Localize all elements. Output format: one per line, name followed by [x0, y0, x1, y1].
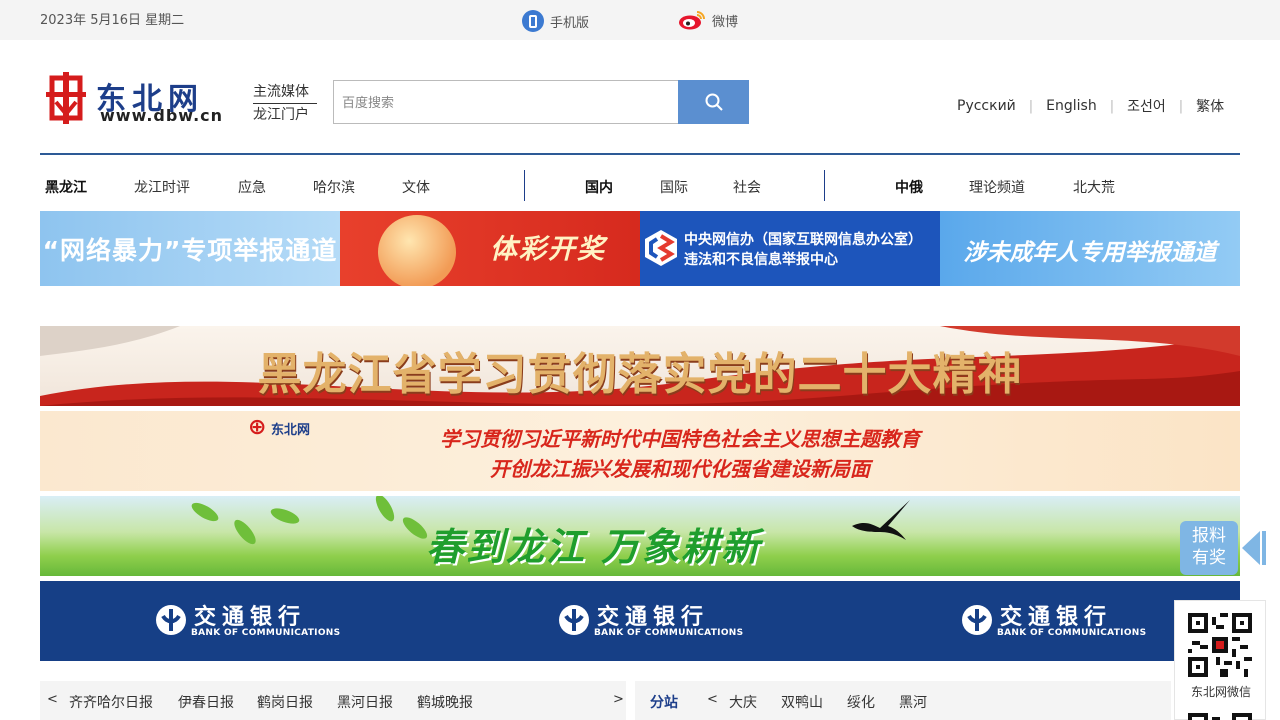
banner-twentieth-congress[interactable]: 黑龙江省学习贯彻落实党的二十大精神	[40, 326, 1240, 406]
nav-separator	[824, 170, 825, 201]
lang-korean[interactable]: 조선어	[1127, 96, 1166, 116]
weibo-link[interactable]: 微博	[678, 10, 738, 30]
sub-stations-prev-button[interactable]: <	[707, 692, 718, 707]
search-input[interactable]	[333, 80, 679, 124]
newspaper-link[interactable]: 伊春日报	[178, 692, 234, 712]
banner-minors-text: 涉未成年人专用举报通道	[963, 240, 1217, 266]
bocom-logo-icon	[156, 605, 186, 635]
willow-leaf	[268, 505, 302, 527]
banner-spring-text: 春到龙江 万象耕新	[426, 525, 762, 569]
dbw-logo-mark	[46, 72, 86, 124]
search-icon	[705, 93, 723, 111]
news-tip-label: 报料 有奖	[1180, 521, 1238, 575]
newspaper-link[interactable]: 鹤城晚报	[417, 692, 473, 712]
wechat-qr-panel: 东北网微信	[1174, 600, 1266, 720]
banner-theme-education[interactable]: ⊕ 东北网 学习贯彻习近平新时代中国特色社会主义思想主题教育 开创龙江振兴发展和…	[40, 411, 1240, 491]
newspaper-link[interactable]: 齐齐哈尔日报	[69, 692, 153, 712]
bocom-logo: 交通银行 BANK OF COMMUNICATIONS	[557, 599, 757, 643]
site-logo[interactable]: 东北网 www.dbw.cn	[46, 72, 246, 126]
weibo-qr-code	[1188, 713, 1252, 720]
lang-separator: |	[1109, 98, 1115, 114]
banner-illegal-info-report[interactable]: 中央网信办（国家互联网信息办公室） 违法和不良信息举报中心	[640, 211, 940, 286]
nav-heilongjiang[interactable]: 黑龙江	[45, 177, 87, 197]
mobile-phone-icon	[522, 10, 544, 32]
lang-separator: |	[1028, 98, 1034, 114]
header-divider	[40, 153, 1240, 155]
bocom-logo-icon	[559, 605, 589, 635]
swallow-icon	[852, 500, 910, 540]
lang-separator: |	[1178, 98, 1184, 114]
wechat-qr-caption: 东北网微信	[1190, 685, 1251, 699]
sub-station-link[interactable]: 大庆	[729, 692, 757, 712]
willow-leaf	[189, 499, 221, 525]
banner-theme-line-2: 开创龙江振兴发展和现代化强省建设新局面	[490, 457, 870, 481]
bocom-logo: 交通银行 BANK OF COMMUNICATIONS	[960, 599, 1160, 643]
current-date: 2023年 5月16日 星期二	[40, 13, 185, 28]
lang-english[interactable]: English	[1046, 98, 1097, 114]
banner-bank-of-communications[interactable]: 交通银行 BANK OF COMMUNICATIONS 交通银行 BANK OF…	[40, 581, 1240, 661]
willow-leaf	[230, 516, 260, 548]
banner-twentieth-congress-text: 黑龙江省学习贯彻落实党的二十大精神	[257, 349, 1023, 400]
chevron-right-icon	[1242, 531, 1266, 565]
nav-domestic[interactable]: 国内	[585, 177, 613, 197]
nav-beidahuang[interactable]: 北大荒	[1073, 177, 1115, 197]
banner-cyber-violence-report[interactable]: “网络暴力”专项举报通道	[40, 211, 340, 286]
nav-society[interactable]: 社会	[733, 177, 761, 197]
lang-russian[interactable]: Русский	[957, 98, 1016, 114]
banner-cac-line-2: 违法和不良信息举报中心	[684, 252, 838, 268]
news-tip-reward-button[interactable]: 报料 有奖	[1180, 521, 1266, 575]
language-links: Русский | English | 조선어 | 繁体	[957, 96, 1224, 116]
sub-station-link[interactable]: 绥化	[847, 692, 875, 712]
logo-url: www.dbw.cn	[100, 106, 224, 125]
nav-culture-sports[interactable]: 文体	[402, 177, 430, 197]
weibo-icon	[679, 11, 705, 30]
nav-harbin[interactable]: 哈尔滨	[313, 177, 355, 197]
nav-china-russia[interactable]: 中俄	[895, 177, 923, 197]
nav-emergency[interactable]: 应急	[238, 177, 266, 197]
newspaper-link[interactable]: 黑河日报	[337, 692, 393, 712]
nav-international[interactable]: 国际	[660, 177, 688, 197]
banner-spring-farming[interactable]: 春到龙江 万象耕新	[40, 496, 1240, 576]
main-nav: 黑龙江 龙江时评 应急 哈尔滨 文体 国内 国际 社会 中俄 理论频道 北大荒	[40, 170, 1240, 202]
banner-cyber-violence-text: “网络暴力”专项举报通道	[42, 236, 338, 265]
bocom-logo-icon	[962, 605, 992, 635]
sub-stations-title: 分站	[650, 695, 678, 711]
newspaper-link[interactable]: 鹤岗日报	[257, 692, 313, 712]
willow-leaf	[372, 496, 398, 524]
banner-cac-line-1: 中央网信办（国家互联网信息办公室）	[684, 232, 922, 248]
nav-longjiang-commentary[interactable]: 龙江时评	[134, 177, 190, 197]
banner-minors-report[interactable]: 涉未成年人专用举报通道	[940, 211, 1240, 286]
nav-separator	[524, 170, 525, 201]
search-bar	[333, 80, 749, 124]
weibo-label: 微博	[712, 14, 739, 30]
newspaper-next-button[interactable]: >	[613, 692, 624, 707]
banner-lottery[interactable]: 体彩开奖	[340, 211, 640, 286]
banner-theme-line-1: 学习贯彻习近平新时代中国特色社会主义思想主题教育	[440, 427, 920, 451]
banner-lottery-text: 体彩开奖	[490, 234, 606, 265]
nav-theory-channel[interactable]: 理论频道	[969, 177, 1025, 197]
wechat-qr-code	[1188, 613, 1252, 677]
slogan-line-2: 龙江门户	[253, 107, 309, 123]
sub-stations-strip: 分站 < 大庆 双鸭山 绥化 黑河	[635, 681, 1171, 720]
lottery-ball-image	[378, 215, 456, 286]
lang-traditional-chinese[interactable]: 繁体	[1196, 96, 1224, 116]
mobile-version-link[interactable]: 手机版	[522, 10, 589, 32]
sub-station-link[interactable]: 黑河	[899, 692, 927, 712]
slogan: 主流媒体 龙江门户	[253, 82, 317, 125]
cac-emblem-icon	[645, 230, 677, 266]
top-bar: 2023年 5月16日 星期二 手机版 微博	[0, 0, 1280, 40]
slogan-line-1: 主流媒体	[253, 82, 317, 104]
bocom-logo: 交通银行 BANK OF COMMUNICATIONS	[154, 599, 354, 643]
banner-row: “网络暴力”专项举报通道 体彩开奖 中央网信办（国家互联网信息办公室） 违法和不…	[40, 211, 1240, 286]
search-button[interactable]	[678, 80, 749, 124]
newspaper-links-strip: < 齐齐哈尔日报 伊春日报 鹤岗日报 黑河日报 鹤城晚报 >	[40, 681, 626, 720]
newspaper-prev-button[interactable]: <	[47, 692, 58, 707]
sub-station-link[interactable]: 双鸭山	[781, 692, 823, 712]
mobile-version-label: 手机版	[550, 15, 590, 31]
